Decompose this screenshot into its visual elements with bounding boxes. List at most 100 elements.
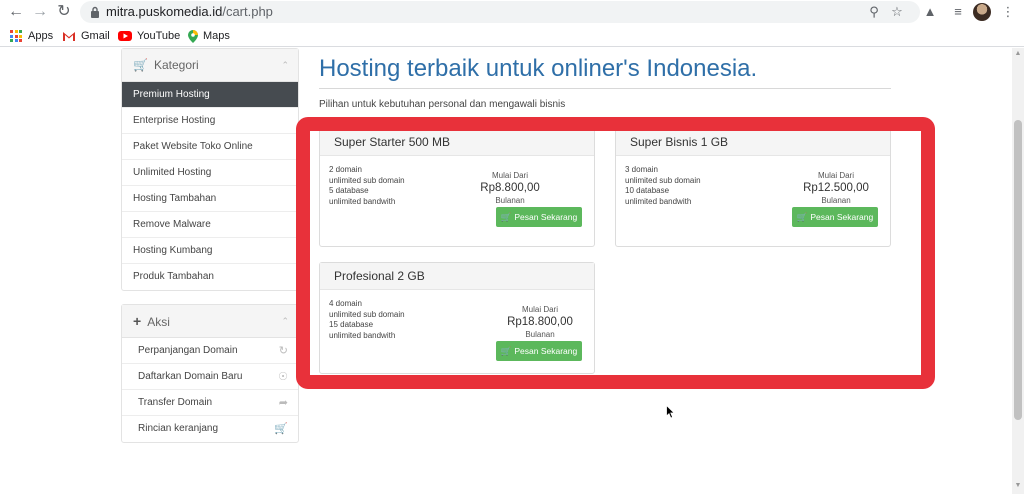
lock-icon <box>91 6 99 18</box>
price-from-label: Mulai Dari <box>817 171 854 180</box>
aksi-item-label: Perpanjangan Domain <box>138 345 238 356</box>
scroll-down-icon[interactable]: ▼ <box>1014 482 1022 490</box>
bookmarks-bar: Apps Gmail YouTube Maps <box>0 26 1024 46</box>
main-content: Hosting terbaik untuk onliner's Indonesi… <box>319 48 894 110</box>
sidebar-item-paket-website-toko-online[interactable]: Paket Website Toko Online <box>122 134 298 160</box>
aksi-item-label: Rincian keranjang <box>138 423 219 434</box>
feature-item: 2 domain <box>329 165 362 174</box>
forward-arrow-icon[interactable]: → <box>30 2 50 22</box>
order-button-label: Pesan Sekarang <box>514 212 578 222</box>
feature-item: unlimited bandwith <box>329 330 396 340</box>
sidebar-item-unlimited-hosting[interactable]: Unlimited Hosting <box>122 160 298 186</box>
title-divider <box>319 88 891 89</box>
billing-cycle: Bulanan <box>821 196 851 205</box>
feature-item: unlimited bandwith <box>625 196 692 206</box>
scroll-up-icon[interactable]: ▲ <box>1014 50 1022 58</box>
sidebar-item-hosting-kumbang[interactable]: Hosting Kumbang <box>122 238 298 264</box>
more-menu-icon[interactable]: ⋮ <box>998 2 1018 22</box>
extension-icon[interactable]: ▲ <box>920 2 940 22</box>
sidebar-item-enterprise-hosting[interactable]: Enterprise Hosting <box>122 108 298 134</box>
back-arrow-icon[interactable]: ← <box>6 2 26 22</box>
product-name: Profesional 2 GB <box>320 263 594 290</box>
cart-icon: 🛒 <box>500 212 512 222</box>
product-card-super-starter: Super Starter 500 MB 2 domain unlimited … <box>319 128 595 247</box>
price-block: Mulai Dari Rp18.800,00 Bulanan <box>490 305 590 339</box>
url-text: mitra.puskomedia.id/cart.php <box>106 4 273 19</box>
price-from-label: Mulai Dari <box>521 305 558 314</box>
order-button[interactable]: 🛒 Pesan Sekarang <box>496 341 582 361</box>
price-value: Rp18.800,00 <box>507 316 573 328</box>
product-features: 3 domain unlimited sub domain 10 databas… <box>625 165 701 207</box>
aksi-item-perpanjangan-domain[interactable]: Perpanjangan Domain ↻ <box>122 338 298 364</box>
aksi-item-rincian-keranjang[interactable]: Rincian keranjang 🛒 <box>122 416 298 442</box>
order-button-label: Pesan Sekarang <box>514 346 578 356</box>
order-button[interactable]: 🛒 Pesan Sekarang <box>792 207 878 227</box>
product-card-super-bisnis: Super Bisnis 1 GB 3 domain unlimited sub… <box>615 128 891 247</box>
product-features: 4 domain unlimited sub domain 15 databas… <box>329 299 405 341</box>
browser-chrome: ← → ↻ mitra.puskomedia.id/cart.php ⚲ ☆ ▲… <box>0 0 1024 47</box>
reload-icon[interactable]: ↻ <box>54 2 74 22</box>
plus-icon: + <box>133 313 142 329</box>
browser-toolbar: ← → ↻ mitra.puskomedia.id/cart.php ⚲ ☆ ▲… <box>0 0 1024 24</box>
cart-icon: 🛒 <box>796 212 808 222</box>
apps-grid-icon <box>10 30 22 43</box>
page-scrollbar[interactable]: ▲ ▼ <box>1012 48 1024 494</box>
feature-item: unlimited bandwith <box>329 196 396 206</box>
globe-icon: ☉ <box>278 371 288 383</box>
kategori-header[interactable]: 🛒 Kategori ⌃ <box>122 49 298 82</box>
feature-item: 4 domain <box>329 299 362 308</box>
aksi-item-daftarkan-domain-baru[interactable]: Daftarkan Domain Baru ☉ <box>122 364 298 390</box>
sidebar-item-remove-malware[interactable]: Remove Malware <box>122 212 298 238</box>
scroll-thumb[interactable] <box>1014 120 1022 420</box>
product-features: 2 domain unlimited sub domain 5 database… <box>329 165 405 207</box>
bookmark-youtube[interactable]: YouTube <box>118 28 180 44</box>
page-content: 🛒 Kategori ⌃ Premium Hosting Enterprise H… <box>0 48 1012 494</box>
gmail-icon <box>63 31 75 41</box>
zoom-icon[interactable]: ⚲ <box>865 3 883 21</box>
aksi-header[interactable]: + Aksi ⌃ <box>122 305 298 338</box>
feature-item: 15 database <box>329 320 374 330</box>
aksi-item-transfer-domain[interactable]: Transfer Domain ➦ <box>122 390 298 416</box>
price-value: Rp8.800,00 <box>480 182 540 194</box>
sidebar: 🛒 Kategori ⌃ Premium Hosting Enterprise H… <box>121 48 299 443</box>
star-icon[interactable]: ☆ <box>888 3 906 21</box>
feature-item: unlimited sub domain <box>329 175 405 185</box>
cart-icon: 🛒 <box>274 423 288 435</box>
sidebar-item-hosting-tambahan[interactable]: Hosting Tambahan <box>122 186 298 212</box>
page-subtitle: Pilihan untuk kebutuhan personal dan men… <box>319 99 566 110</box>
bookmark-apps[interactable]: Apps <box>10 28 53 44</box>
price-from-label: Mulai Dari <box>491 171 528 180</box>
youtube-icon <box>118 31 132 42</box>
order-button-label: Pesan Sekarang <box>810 212 874 222</box>
chevron-up-icon[interactable]: ⌃ <box>281 49 289 82</box>
price-value: Rp12.500,00 <box>803 182 869 194</box>
billing-cycle: Bulanan <box>525 330 555 339</box>
sidebar-item-premium-hosting[interactable]: Premium Hosting <box>122 82 298 108</box>
feature-item: 10 database <box>625 186 670 196</box>
product-name: Super Starter 500 MB <box>320 129 594 156</box>
product-name: Super Bisnis 1 GB <box>616 129 890 156</box>
sidebar-item-produk-tambahan[interactable]: Produk Tambahan <box>122 264 298 290</box>
bookmark-gmail[interactable]: Gmail <box>62 28 110 44</box>
maps-icon <box>188 29 198 43</box>
feature-item: 3 domain <box>625 165 658 174</box>
address-bar[interactable]: mitra.puskomedia.id/cart.php ⚲ ☆ <box>80 1 920 23</box>
feature-item: unlimited sub domain <box>329 309 405 319</box>
page-title: Hosting terbaik untuk onliner's Indonesi… <box>319 55 758 82</box>
aksi-item-label: Daftarkan Domain Baru <box>138 371 243 382</box>
share-icon: ➦ <box>278 397 288 409</box>
reading-list-icon[interactable]: ≡ <box>948 2 968 22</box>
refresh-icon: ↻ <box>278 345 288 357</box>
bookmark-maps[interactable]: Maps <box>188 28 230 44</box>
product-card-profesional: Profesional 2 GB 4 domain unlimited sub … <box>319 262 595 374</box>
cart-icon: 🛒 <box>500 346 512 356</box>
aksi-item-label: Transfer Domain <box>138 397 213 408</box>
feature-item: 5 database <box>329 186 369 196</box>
price-block: Mulai Dari Rp8.800,00 Bulanan <box>460 171 560 205</box>
profile-avatar[interactable] <box>973 3 991 21</box>
order-button[interactable]: 🛒 Pesan Sekarang <box>496 207 582 227</box>
feature-item: unlimited sub domain <box>625 175 701 185</box>
aksi-panel: + Aksi ⌃ Perpanjangan Domain ↻ Daftarkan … <box>121 304 299 443</box>
billing-cycle: Bulanan <box>495 196 525 205</box>
chevron-up-icon[interactable]: ⌃ <box>281 305 289 338</box>
